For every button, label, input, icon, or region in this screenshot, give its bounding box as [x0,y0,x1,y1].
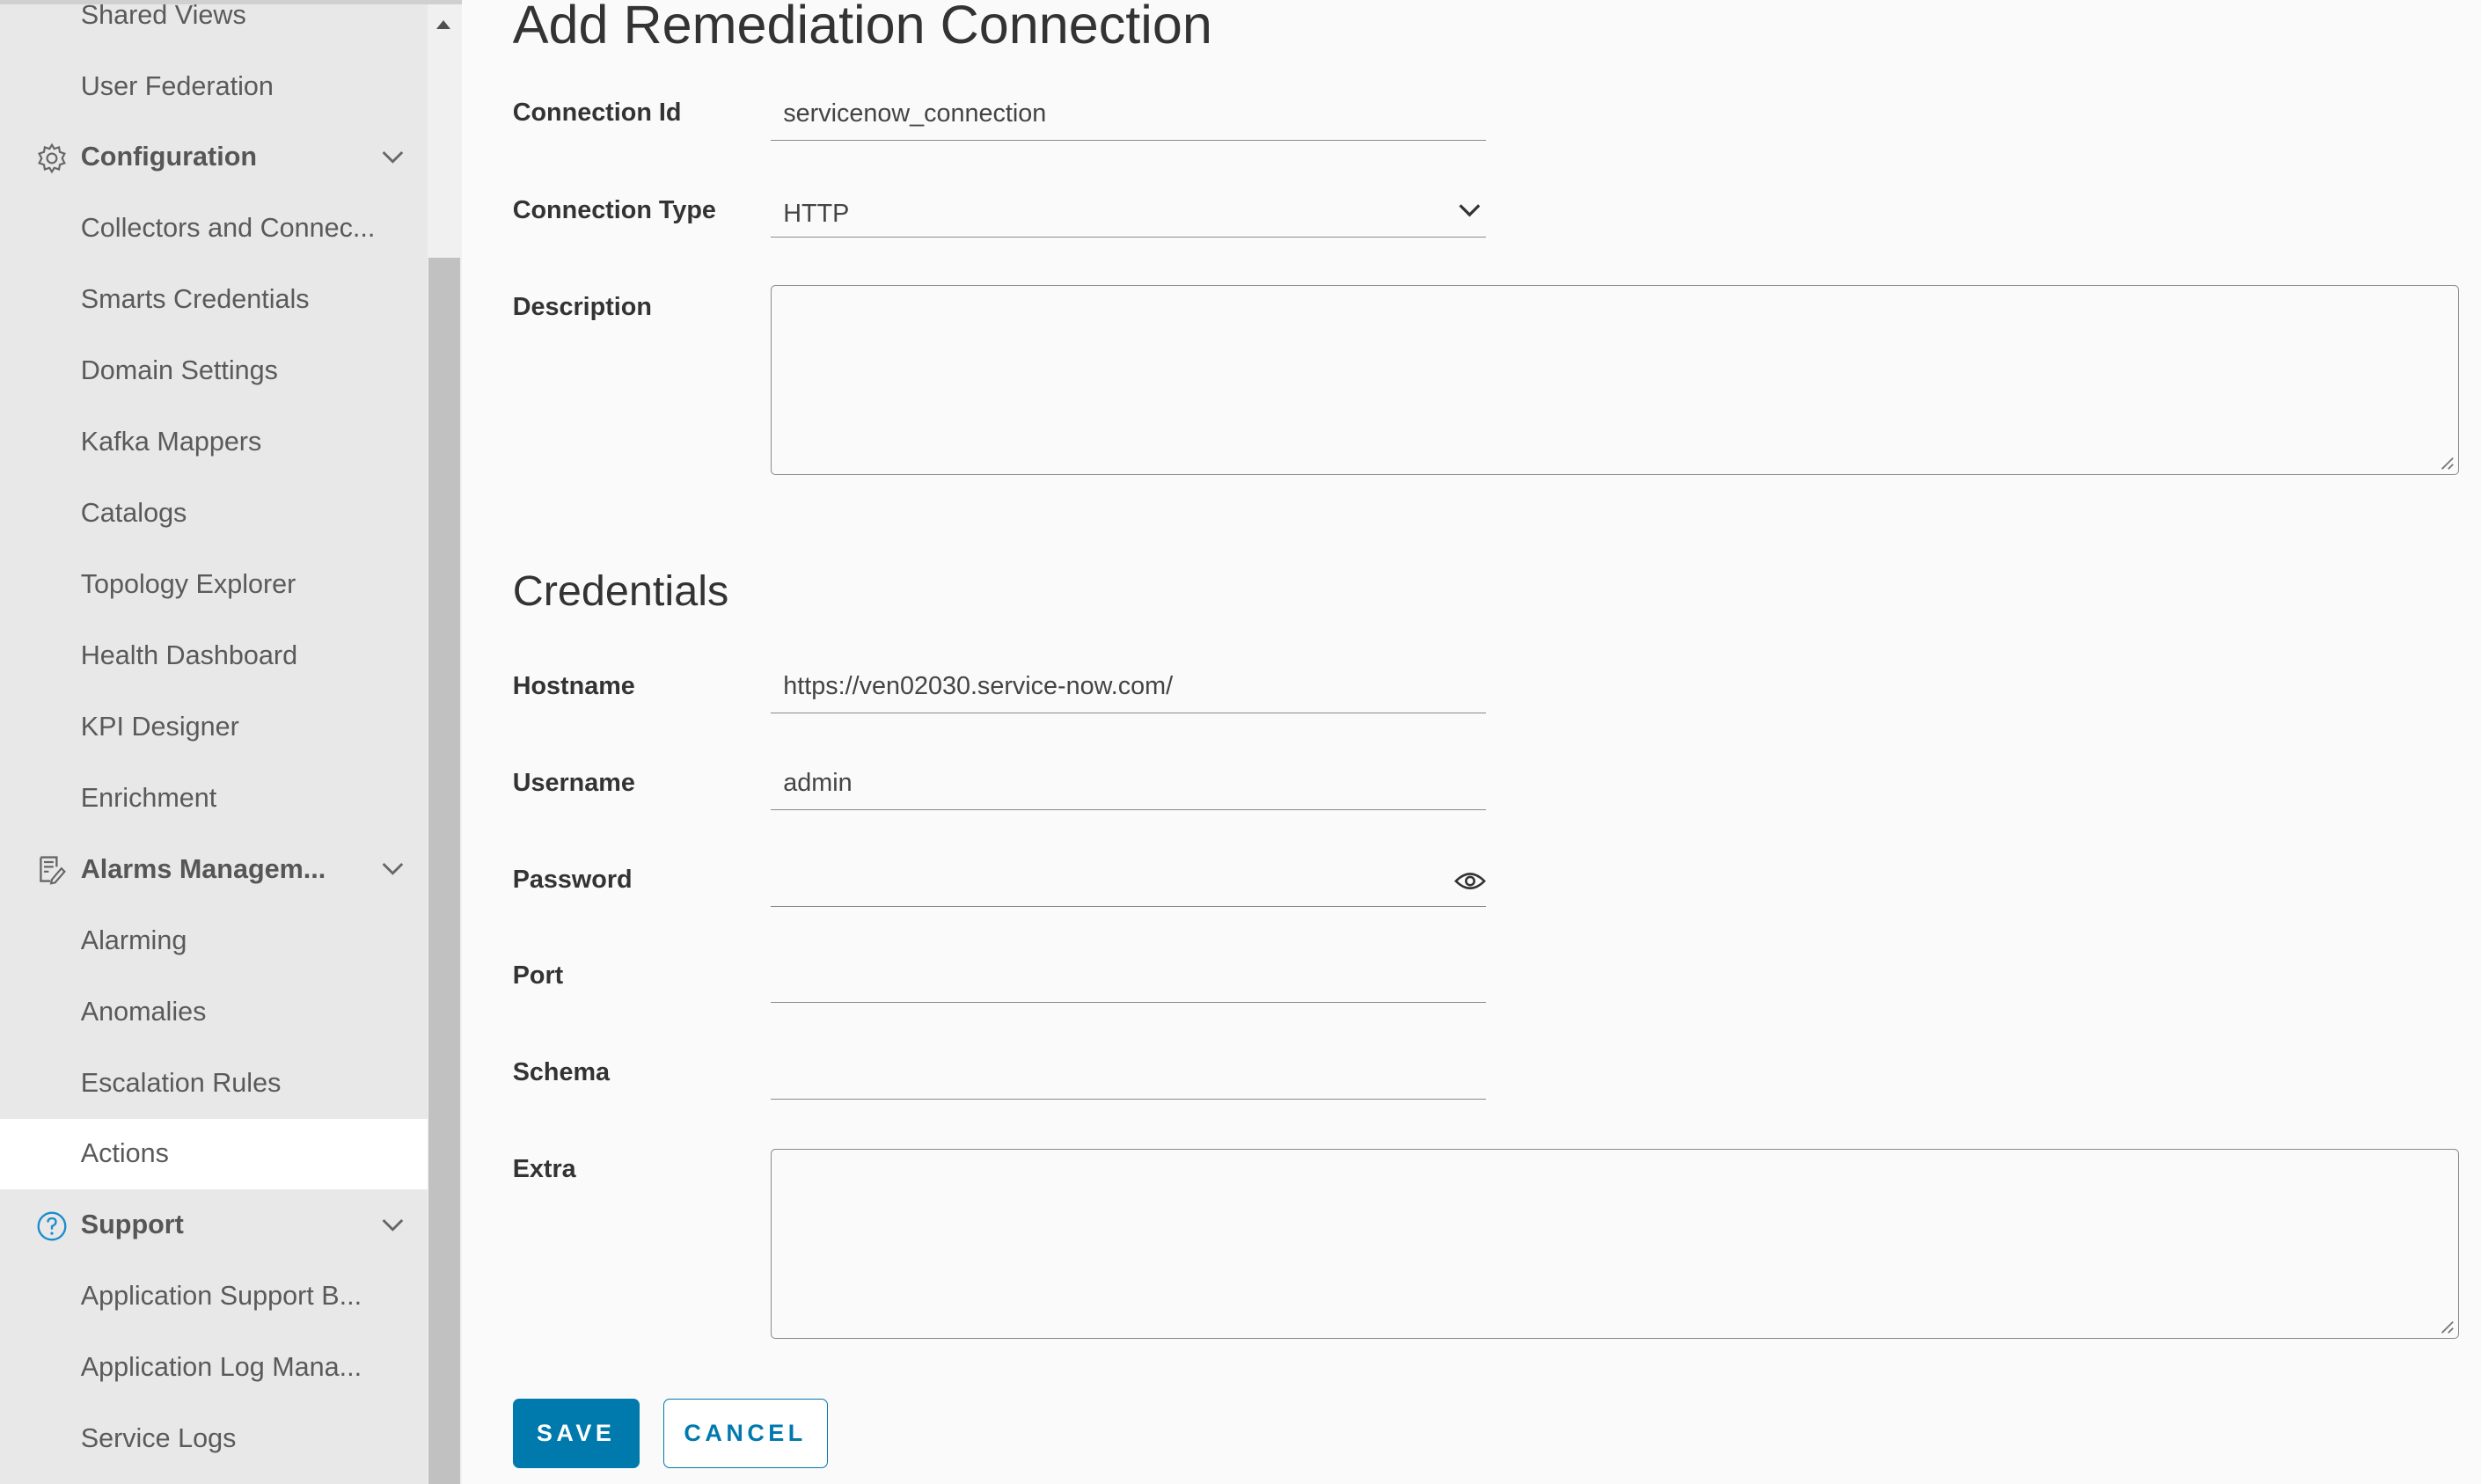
resize-handle-icon[interactable] [2439,1319,2455,1334]
connection-type-select[interactable]: HTTP [770,186,1486,238]
sidebar-item-application-support-b[interactable]: Application Support B... [0,1261,428,1332]
schema-label: Schema [512,1058,611,1087]
extra-label: Extra [512,1154,576,1183]
sidebar-item-collectors-and-connec[interactable]: Collectors and Connec... [0,193,428,264]
sidebar-item-label: Support [80,1210,184,1240]
chevron-down-icon[interactable] [380,1212,406,1238]
sidebar-item-label: Escalation Rules [80,1067,282,1098]
page-title: Add Remediation Connection [512,0,1212,55]
extra-textarea[interactable] [770,1148,2459,1339]
sidebar-item-catalogs[interactable]: Catalogs [0,478,428,549]
connection-id-label: Connection Id [512,98,682,127]
sidebar-group-alarms-managem[interactable]: Alarms Managem... [0,834,428,905]
sidebar-item-shared-views[interactable]: Shared Views [0,0,428,51]
sidebar-item-label: Domain Settings [80,355,278,386]
connection-id-value: servicenow_connection [783,99,1047,128]
username-label: Username [512,769,635,798]
note-edit-icon [40,856,67,885]
credentials-heading: Credentials [512,567,729,615]
sidebar-item-label: Enrichment [80,782,217,813]
gear-icon [38,143,67,174]
description-textarea[interactable] [770,284,2459,475]
sidebar-group-support[interactable]: Support [0,1189,428,1261]
sidebar-item-label: Collectors and Connec... [80,213,376,244]
hostname-value: https://ven02030.service-now.com/ [783,672,1174,701]
scrollbar-thumb[interactable] [428,258,461,1484]
sidebar-item-label: Application Log Mana... [80,1352,362,1383]
sidebar-item-label: Shared Views [80,0,246,30]
save-button[interactable]: SAVE [512,1398,640,1468]
chevron-down-icon[interactable] [380,144,406,170]
username-input[interactable]: admin [770,759,1486,810]
sidebar-item-label: Actions [80,1138,169,1169]
description-label: Description [512,292,652,321]
sidebar-item-service-logs[interactable]: Service Logs [0,1403,428,1474]
app: Shared Views User Federation Configuration… [0,0,2481,1484]
connection-id-input[interactable]: servicenow_connection [770,91,1486,142]
sidebar-item-label: Smarts Credentials [80,284,310,315]
sidebar-group-configuration[interactable]: Configuration [0,121,428,193]
chevron-down-icon [1459,204,1481,217]
sidebar-item-label: Alarming [80,925,187,955]
hostname-input[interactable]: https://ven02030.service-now.com/ [770,663,1486,714]
sidebar-item-enrichment[interactable]: Enrichment [0,763,428,834]
sidebar-item-smarts-credentials[interactable]: Smarts Credentials [0,264,428,335]
sidebar-scrollbar[interactable] [427,4,463,1484]
cancel-button[interactable]: CANCEL [662,1398,828,1468]
scroll-up-arrow-icon[interactable] [436,20,451,30]
password-input[interactable] [770,856,1486,907]
sidebar-item-label: User Federation [80,70,274,101]
sidebar-item-label: Anomalies [80,996,207,1027]
sidebar-item-label: Catalogs [80,498,187,529]
sidebar-item-label: Application Support B... [80,1281,362,1312]
schema-input[interactable] [770,1049,1486,1100]
sidebar-item-alarming[interactable]: Alarming [0,905,428,976]
chevron-down-icon[interactable] [380,856,406,881]
sidebar-item-label: KPI Designer [80,711,239,742]
sidebar-item-user-federation[interactable]: User Federation [0,51,428,122]
sidebar-item-label: Health Dashboard [80,640,298,670]
sidebar-item-escalation-rules[interactable]: Escalation Rules [0,1048,428,1119]
sidebar-item-label: Alarms Managem... [80,853,326,884]
eye-icon[interactable] [1453,870,1486,892]
sidebar-item-kafka-mappers[interactable]: Kafka Mappers [0,406,428,478]
sidebar-item-label: Topology Explorer [80,569,296,600]
sidebar-item-actions[interactable]: Actions [0,1118,428,1190]
help-circle-icon [37,1211,67,1241]
username-value: admin [783,769,853,798]
connection-type-value: HTTP [783,199,850,228]
connection-type-label: Connection Type [512,196,716,224]
port-input[interactable] [770,953,1486,1004]
sidebar-item-domain-settings[interactable]: Domain Settings [0,335,428,406]
resize-handle-icon[interactable] [2439,455,2455,471]
port-label: Port [512,961,564,991]
sidebar-item-application-log-mana[interactable]: Application Log Mana... [0,1332,428,1403]
sidebar-item-anomalies[interactable]: Anomalies [0,976,428,1048]
sidebar-item-label: Configuration [80,142,258,172]
sidebar-item-health-dashboard[interactable]: Health Dashboard [0,620,428,691]
sidebar: Shared Views User Federation Configuration… [0,0,428,1484]
password-label: Password [512,865,633,894]
sidebar-item-kpi-designer[interactable]: KPI Designer [0,691,428,763]
hostname-label: Hostname [512,672,635,701]
sidebar-item-label: Kafka Mappers [80,427,262,457]
sidebar-item-label: Service Logs [80,1423,237,1454]
sidebar-item-topology-explorer[interactable]: Topology Explorer [0,549,428,620]
